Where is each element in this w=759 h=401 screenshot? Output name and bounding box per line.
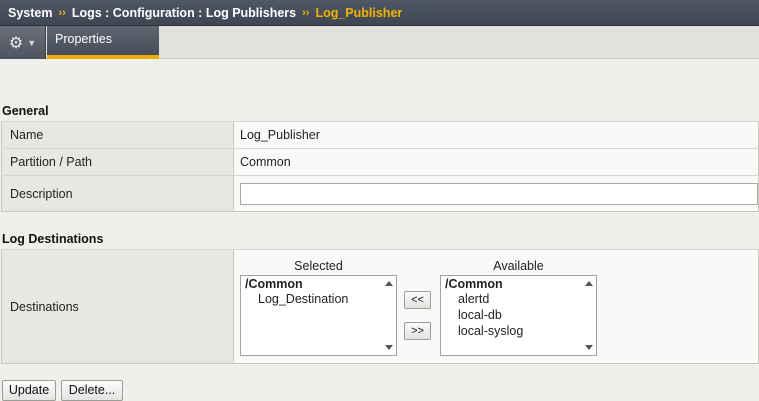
available-listbox[interactable]: /Common alertd local-db local-syslog [440, 275, 597, 356]
breadcrumb-current: Log_Publisher [315, 5, 403, 20]
partition-label: Partition / Path [1, 148, 234, 176]
scroll-down-icon[interactable] [385, 345, 393, 350]
section-title-general: General [2, 104, 49, 118]
table-row: Partition / Path Common [1, 148, 759, 176]
breadcrumb-separator: ›› [58, 6, 66, 19]
table-row: Description [1, 175, 759, 212]
list-group: /Common [245, 277, 303, 291]
scroll-up-icon[interactable] [385, 281, 393, 286]
table-row: Name Log_Publisher [1, 121, 759, 149]
available-caption: Available [493, 259, 544, 273]
description-input[interactable] [240, 182, 758, 205]
log-destinations-table: Destinations Selected /Common Log_Destin… [1, 249, 759, 364]
breadcrumb: System ›› Logs : Configuration : Log Pub… [0, 0, 759, 26]
update-button[interactable]: Update [2, 380, 56, 401]
chevron-down-icon: ▼ [27, 37, 37, 48]
scroll-down-icon[interactable] [585, 345, 593, 350]
move-to-selected-button[interactable]: << [404, 291, 431, 309]
breadcrumb-system[interactable]: System [8, 6, 52, 20]
scroll-up-icon[interactable] [585, 281, 593, 286]
breadcrumb-log-publishers[interactable]: Logs : Configuration : Log Publishers [72, 6, 296, 20]
tab-properties[interactable]: Properties [47, 26, 159, 59]
list-item[interactable]: alertd [441, 291, 596, 307]
list-item[interactable]: local-db [441, 307, 596, 323]
available-scrollbar[interactable] [582, 276, 596, 355]
list-item[interactable]: Log_Destination [241, 291, 396, 307]
list-item[interactable]: local-syslog [441, 323, 596, 339]
section-title-log-destinations: Log Destinations [2, 232, 104, 246]
delete-button[interactable]: Delete... [61, 380, 123, 401]
gear-menu-button[interactable]: ⚙ ▼ [0, 26, 46, 59]
breadcrumb-separator: ›› [302, 6, 310, 19]
list-group: /Common [445, 277, 503, 291]
table-row: Destinations Selected /Common Log_Destin… [1, 249, 759, 364]
selected-scrollbar[interactable] [382, 276, 396, 355]
partition-value: Common [233, 148, 759, 176]
destinations-label: Destinations [1, 249, 234, 364]
name-value: Log_Publisher [233, 121, 759, 149]
description-cell [233, 175, 759, 212]
tab-bar: ⚙ ▼ Properties [0, 26, 759, 59]
name-label: Name [1, 121, 234, 149]
general-properties-table: Name Log_Publisher Partition / Path Comm… [1, 121, 759, 212]
gear-icon: ⚙ [8, 34, 24, 52]
description-label: Description [1, 175, 234, 212]
selected-caption: Selected [294, 259, 343, 273]
selected-listbox[interactable]: /Common Log_Destination [240, 275, 397, 356]
move-to-available-button[interactable]: >> [404, 322, 431, 340]
